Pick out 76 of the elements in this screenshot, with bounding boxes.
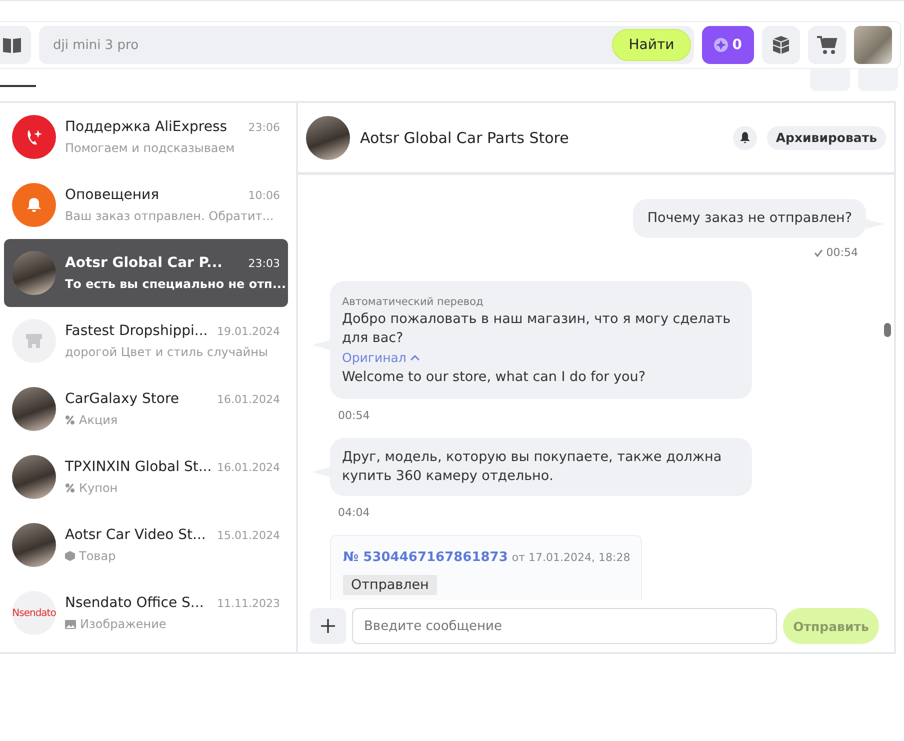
chat-time: 23:06 — [248, 121, 280, 134]
store-logo: Nsendato — [12, 591, 56, 635]
scrollbar-thumb[interactable] — [884, 323, 891, 337]
store-avatar — [12, 319, 56, 363]
cart-icon — [816, 35, 838, 55]
book-icon — [2, 36, 22, 54]
coins-button[interactable]: 0 — [702, 26, 754, 64]
chat-name: CarGalaxy Store — [65, 391, 180, 407]
chat-list-item[interactable]: CarGalaxy Store 16.01.2024 Акция — [4, 375, 288, 443]
chat-name: Поддержка AliExpress — [65, 119, 228, 135]
original-text: Welcome to our store, what can I do for you? — [342, 368, 646, 387]
chat-preview: Товар — [79, 549, 116, 563]
chat-preview: дорогой Цвет и стиль случайны — [65, 345, 268, 359]
chat-name: Nsendato Office S... — [65, 595, 204, 611]
order-date: от 17.01.2024, 18:28 — [512, 551, 630, 564]
chat-preview: Акция — [79, 413, 118, 427]
message-time: 00:54 — [338, 409, 370, 422]
photo-placeholder — [12, 251, 56, 295]
message-input[interactable]: Введите сообщение — [352, 608, 777, 644]
chat-preview: Ваш заказ отправлен. Обратит... — [65, 209, 274, 223]
translation-label: Автоматический перевод — [342, 295, 484, 310]
photo-placeholder — [12, 455, 56, 499]
box-icon — [65, 551, 75, 561]
chat-time: 23:03 — [248, 257, 280, 270]
cube-icon — [770, 34, 792, 56]
chat-list-item[interactable]: Aotsr Car Video St... 15.01.2024 Товар — [4, 511, 288, 579]
chat-name: Aotsr Global Car P... — [65, 255, 222, 271]
chat-name: TPXINXIN Global St... — [65, 459, 212, 475]
percent-icon — [65, 415, 75, 425]
plus-icon — [321, 619, 335, 633]
cart-button[interactable] — [808, 26, 846, 64]
message-time: 00:54 — [826, 246, 858, 259]
chat-preview: Купон — [79, 481, 118, 495]
chat-list-item[interactable]: Оповещения 10:06 Ваш заказ отправлен. Обратит... — [4, 171, 288, 239]
photo-placeholder — [12, 523, 56, 567]
message-time: 04:04 — [338, 506, 370, 519]
order-number[interactable]: № 5304467167861873 — [343, 550, 508, 565]
support-avatar — [12, 115, 56, 159]
chat-time: 16.01.2024 — [217, 393, 280, 406]
message-bubble: Друг, модель, которую вы покупаете, также должна купить 360 камеру отдельно. — [330, 438, 752, 496]
photo-placeholder — [306, 116, 350, 160]
chat-list-item[interactable]: Nsendato Nsendato Office S... 11.11.2023 Изображение — [4, 579, 288, 647]
chat-time: 10:06 — [248, 189, 280, 202]
message-bubble: Почему заказ не отправлен? — [633, 199, 866, 238]
chat-list-item[interactable]: Aotsr Global Car P... 23:03 То есть вы специально не отп... — [4, 239, 288, 307]
chat-list-item[interactable]: TPXINXIN Global St... 16.01.2024 Купон — [4, 443, 288, 511]
order-status: Отправлен — [343, 575, 437, 595]
caret-icon — [410, 354, 420, 360]
chat-time: 11.11.2023 — [217, 597, 280, 610]
coin-icon — [714, 38, 728, 52]
chat-title: Aotsr Global Car Parts Store — [360, 128, 570, 146]
chat-preview: Изображение — [80, 617, 166, 631]
chat-time: 15.01.2024 — [217, 529, 280, 542]
attach-button[interactable] — [310, 608, 346, 644]
chat-name: Оповещения — [65, 187, 160, 203]
percent-icon — [65, 483, 75, 493]
chat-preview: То есть вы специально не отп... — [65, 277, 286, 291]
archive-button[interactable]: Архивировать — [766, 126, 886, 150]
chat-name: Fastest Dropshippi... — [65, 323, 208, 339]
chat-time: 16.01.2024 — [217, 461, 280, 474]
profile-photo[interactable] — [854, 26, 892, 64]
chat-name: Aotsr Car Video St... — [65, 527, 206, 543]
chat-list-item[interactable]: Fastest Dropshippi... 19.01.2024 дорогой Цвет и стиль случайны — [4, 307, 288, 375]
notifications-button[interactable] — [732, 126, 757, 150]
chat-preview: Помогаем и подсказываем — [65, 141, 235, 155]
image-icon — [65, 620, 76, 628]
bell-avatar — [12, 183, 56, 227]
message-text: Добро пожаловать в наш магазин, что я могу сделать для вас? — [342, 310, 732, 348]
bell-icon — [740, 132, 750, 143]
cubes-button[interactable] — [762, 26, 800, 64]
catalog-button[interactable] — [0, 26, 31, 64]
search-field[interactable]: dji mini 3 pro Найти — [39, 26, 694, 64]
chat-list-item[interactable]: Поддержка AliExpress 23:06 Помогаем и подсказываем — [4, 103, 288, 171]
photo-placeholder — [12, 387, 56, 431]
chat-time: 19.01.2024 — [217, 325, 280, 338]
search-button[interactable]: Найти — [612, 29, 692, 61]
